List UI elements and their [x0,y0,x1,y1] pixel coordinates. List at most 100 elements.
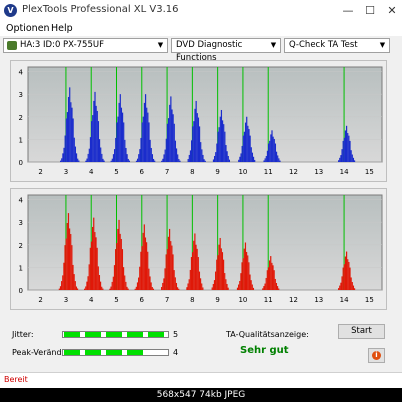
function-select[interactable]: DVD Diagnostic Functions ▼ [171,38,281,63]
start-button[interactable]: Start [338,324,385,339]
data-bar [222,259,225,290]
data-bar [174,277,176,290]
data-bar [277,155,279,162]
data-bar [170,96,172,162]
data-bar [135,286,137,290]
data-bar [192,252,194,290]
maximize-button[interactable]: ☐ [360,2,380,20]
data-bar [98,275,101,290]
data-bar [125,147,127,162]
data-bar [140,137,142,162]
rating-segment [127,350,143,355]
data-bar [219,237,221,290]
data-bar [67,96,70,162]
data-bar [352,157,355,162]
data-bar [87,276,89,290]
data-bar [63,147,65,162]
data-bar [121,249,124,290]
close-button[interactable]: ✕ [382,2,402,20]
minimize-button[interactable]: — [338,2,358,20]
menu-optionen[interactable]: Optionen [6,23,50,34]
data-bar [141,246,143,290]
y-tick-label: 4 [19,197,24,205]
jitter-rating-bar [62,331,169,338]
data-bar [262,288,264,290]
data-bar [103,160,105,162]
data-bar [244,242,247,290]
chevron-down-icon: ▼ [157,41,164,49]
data-bar [163,278,165,290]
drive-select[interactable]: HA:3 ID:0 PX-755UF ▼ [3,38,168,53]
data-bar [353,160,356,162]
data-bar [145,242,148,290]
data-bar [241,145,243,162]
x-tick-label: 13 [314,296,323,304]
data-bar [195,100,197,162]
data-bar [172,254,174,290]
menu-help[interactable]: Help [51,23,73,34]
data-bar [226,283,228,290]
data-bar [217,131,219,162]
data-bar [64,245,66,290]
data-bar [101,153,103,162]
data-bar [147,251,149,290]
data-bar [72,118,74,162]
rating-segment [64,332,80,337]
data-bar [201,283,203,290]
drive-select-value: HA:3 ID:0 PX-755UF [20,40,104,50]
status-text: Bereit [4,375,28,384]
data-bar [125,281,127,290]
data-bar [78,160,80,162]
info-button[interactable]: i [368,348,385,363]
y-tick-label: 3 [19,91,23,99]
data-bar [273,138,275,162]
test-select[interactable]: Q-Check TA Test ▼ [284,38,390,53]
info-icon: i [372,351,381,360]
data-bar [198,271,201,290]
data-bar [102,288,104,290]
data-bar [88,148,90,162]
data-bar [187,159,189,162]
data-bar [97,121,100,162]
data-bar [249,135,251,162]
image-info-text: 568x547 74kb JPEG [156,390,246,400]
x-tick-label: 15 [365,168,374,176]
data-bar [212,159,215,162]
data-bar [146,107,148,162]
data-bar [123,122,125,162]
data-bar [204,160,206,162]
data-bar [96,247,98,290]
data-bar [98,139,101,162]
data-bar [147,112,149,162]
x-tick-label: 2 [38,296,42,304]
app-logo-icon: V [4,4,17,17]
test-select-value: Q-Check TA Test [289,40,358,50]
data-bar [175,282,178,290]
x-tick-label: 6 [140,296,145,304]
data-bar [88,264,90,290]
data-bar [252,156,255,162]
data-bar [149,276,151,290]
data-bar [275,151,278,162]
data-bar [252,287,255,290]
data-bar [75,286,78,290]
data-bar [338,288,340,290]
jitter-chart: 0 1 2 3 4 2 3 4 5 6 7 8 9 10 11 12 13 14 15 [10,60,387,182]
data-bar [189,269,191,290]
data-bar [135,160,138,162]
data-bar [120,238,122,290]
data-bar [201,149,203,162]
data-bar [239,156,241,162]
data-bar [193,240,195,290]
data-bar [65,118,67,162]
data-bar [246,116,248,162]
data-bar [143,224,145,290]
data-bar [197,257,199,290]
data-bar [90,121,93,162]
data-bar [224,131,226,162]
data-bar [266,150,269,162]
data-bar [127,158,129,162]
data-bar [138,154,140,162]
data-bar [115,137,117,162]
data-bar [254,159,256,162]
